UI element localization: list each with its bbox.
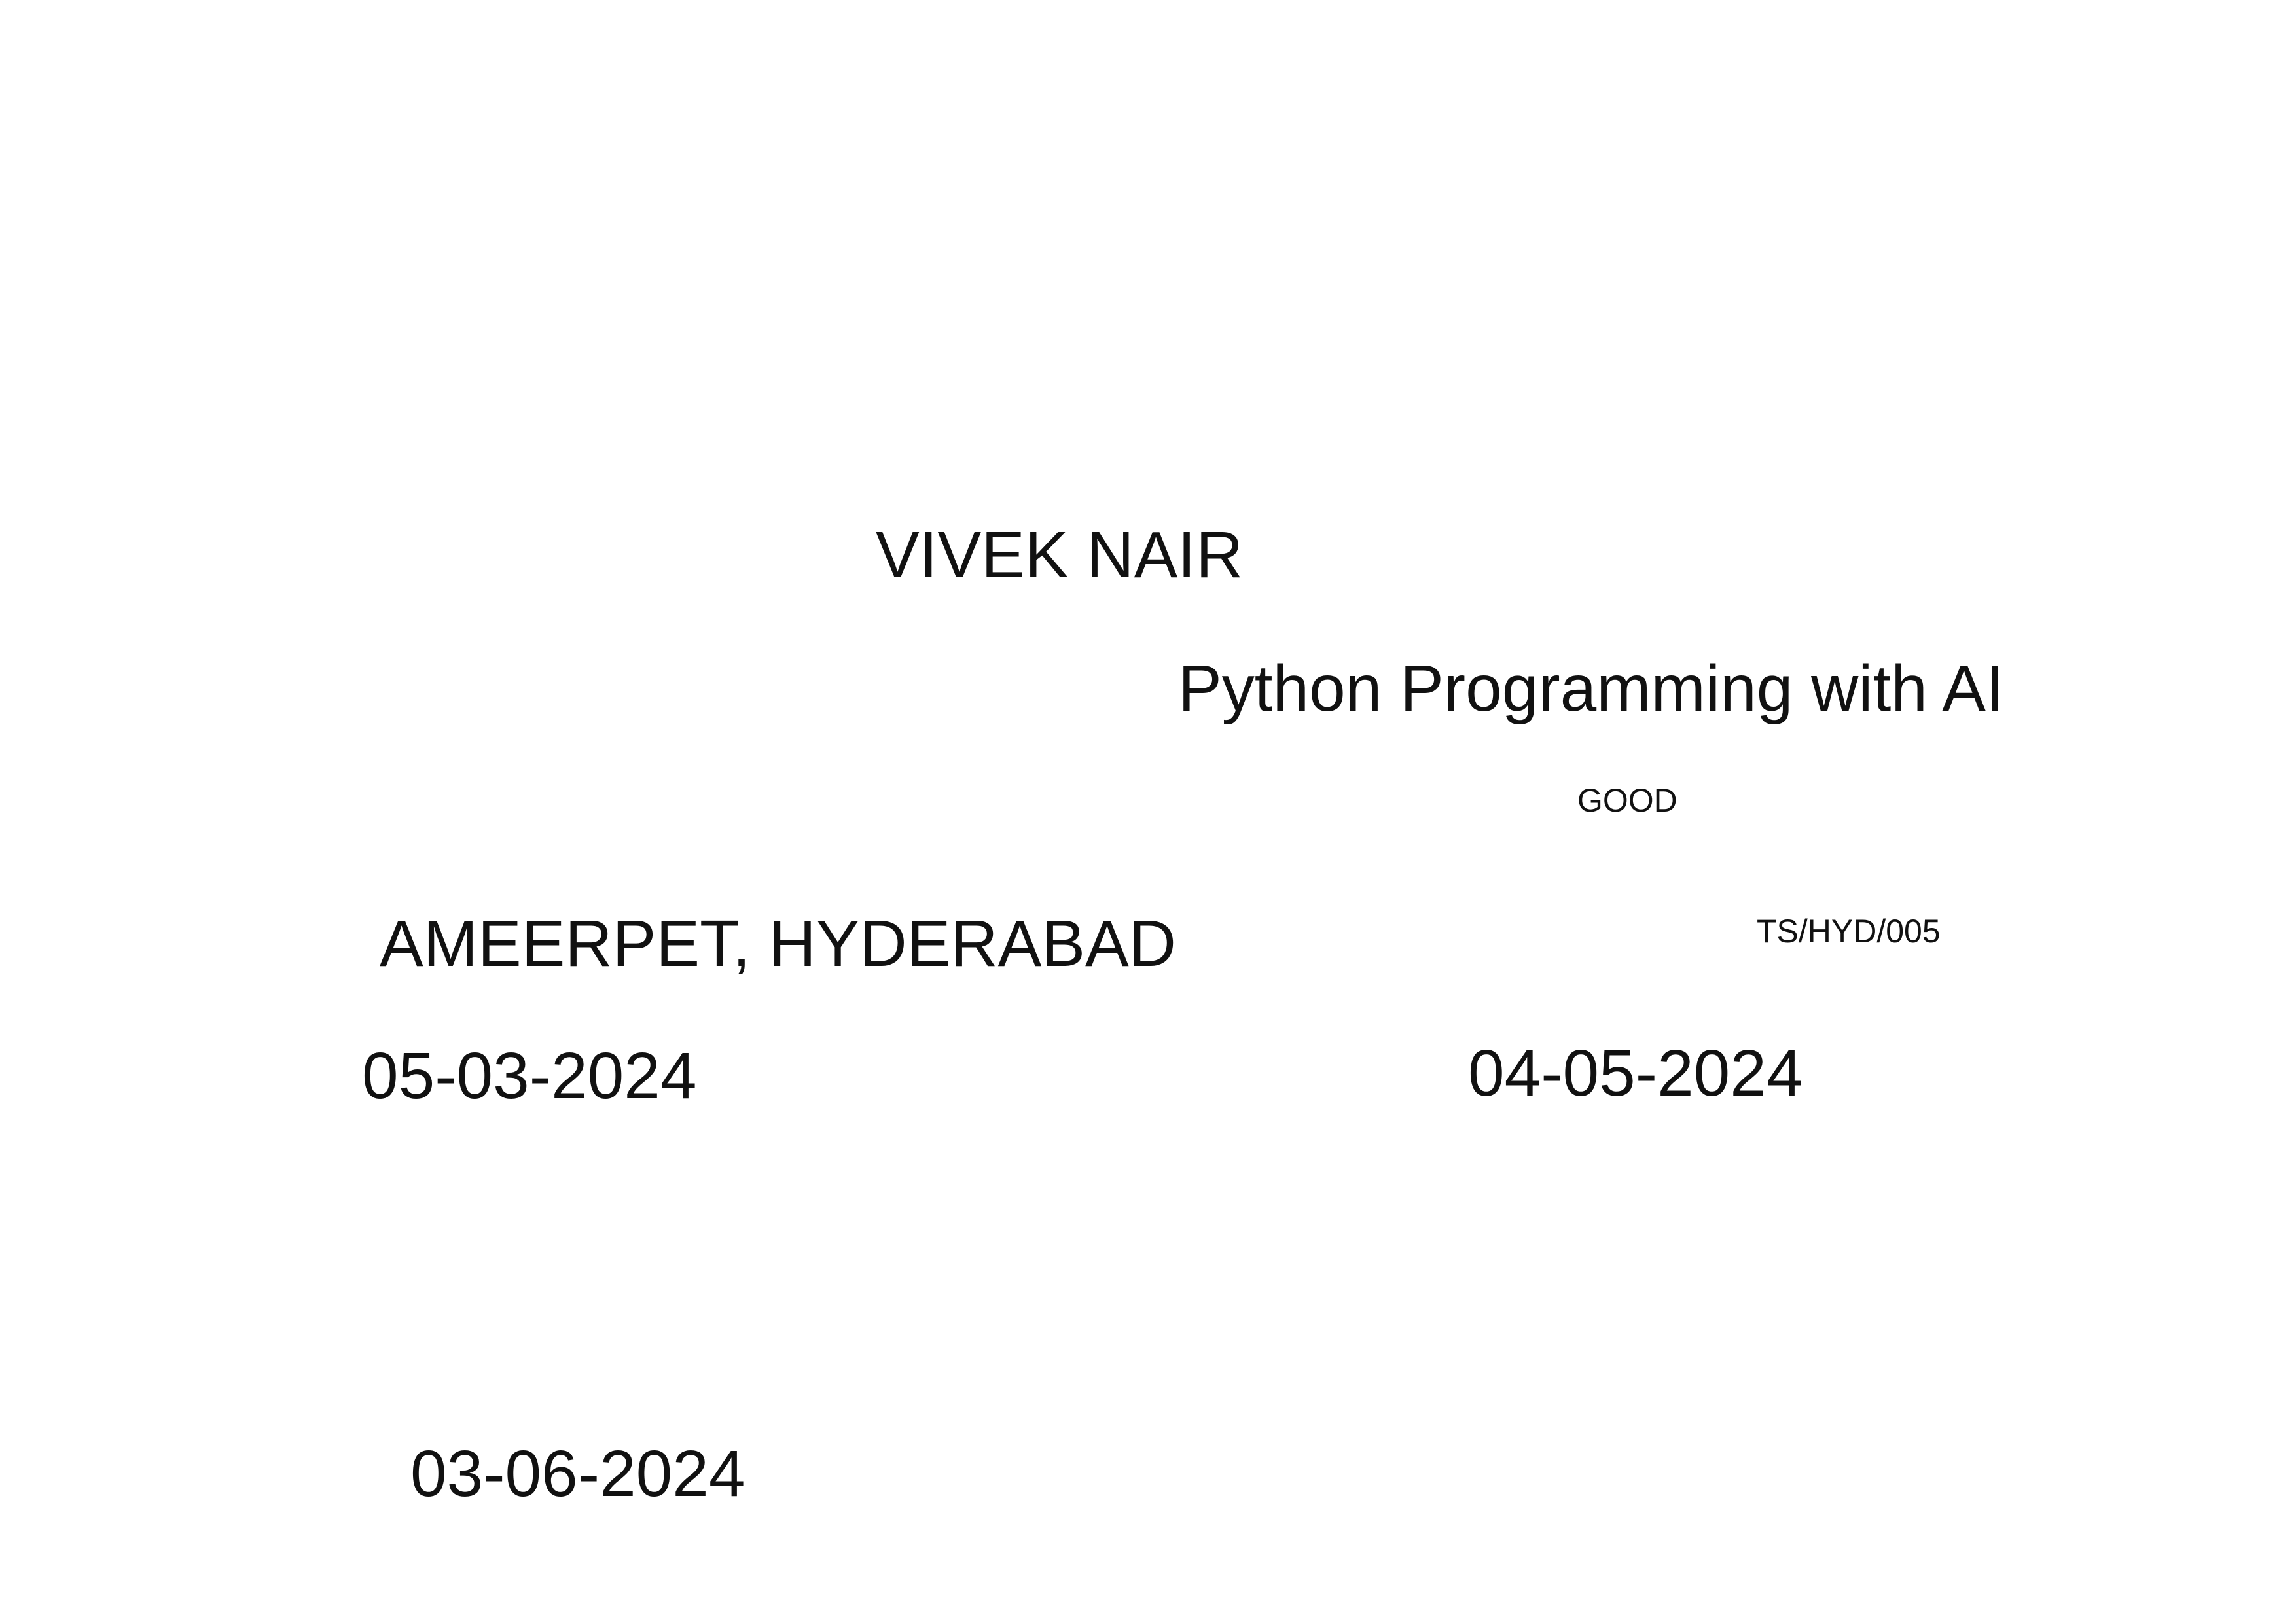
certificate-page: VIVEK NAIR Python Programming with AI GO… bbox=[0, 0, 2296, 1623]
location-text: AMEERPET, HYDERABAD bbox=[380, 907, 1176, 980]
end-date: 04-05-2024 bbox=[1468, 1037, 1803, 1110]
course-title: Python Programming with AI bbox=[1178, 652, 2004, 725]
grade-value: GOOD bbox=[1577, 782, 1677, 819]
issue-date: 03-06-2024 bbox=[410, 1437, 745, 1510]
recipient-name: VIVEK NAIR bbox=[876, 518, 1244, 592]
certificate-number: TS/HYD/005 bbox=[1757, 913, 1941, 950]
start-date: 05-03-2024 bbox=[362, 1039, 697, 1113]
